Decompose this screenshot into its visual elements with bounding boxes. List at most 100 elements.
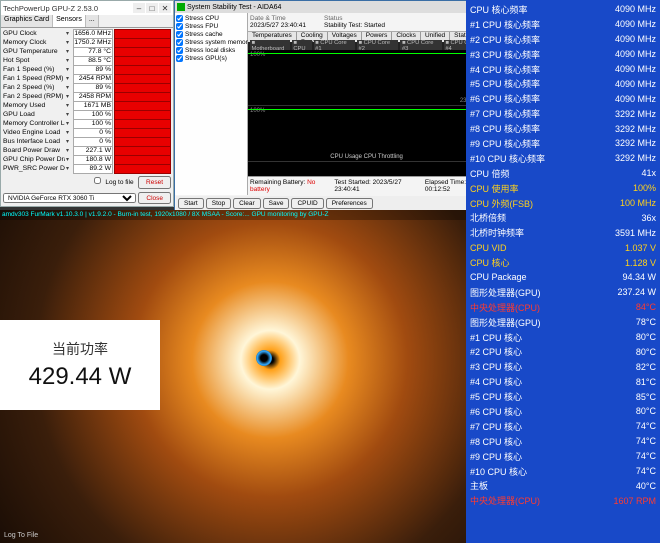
preferences-button[interactable]: Preferences — [326, 198, 373, 209]
gpuz-device-select[interactable]: NVIDIA GeForce RTX 3060 Ti — [3, 193, 136, 203]
chart-legend: CPU Usage CPU Throttling — [248, 153, 485, 161]
mon-label: CPU 外频(FSB) — [470, 197, 533, 210]
chevron-down-icon[interactable]: ▾ — [66, 102, 72, 109]
gpuz-close-button[interactable]: Close — [138, 192, 171, 204]
checkbox-icon[interactable] — [176, 39, 183, 46]
sensor-label: Fan 2 Speed (RPM) — [3, 93, 65, 100]
monitor-row: #8 CPU 核心频率3292 MHz — [470, 121, 656, 136]
log-to-file-button[interactable]: Log To File — [4, 532, 38, 539]
mon-label: CPU VID — [470, 243, 507, 253]
mon-value: 4090 MHz — [615, 19, 656, 29]
chevron-down-icon[interactable]: ▾ — [66, 93, 72, 100]
clear-button[interactable]: Clear — [233, 198, 261, 209]
mon-value: 3292 MHz — [615, 138, 656, 148]
checkbox-icon[interactable] — [176, 23, 183, 30]
monitor-row: CPU 外频(FSB)100 MHz — [470, 196, 656, 211]
mon-value: 84°C — [636, 302, 656, 312]
mon-label: #1 CPU 核心频率 — [470, 18, 540, 31]
stress-check[interactable]: Stress GPU(s) — [176, 54, 246, 62]
mon-value: 41x — [641, 168, 656, 178]
chevron-down-icon[interactable]: ▾ — [66, 66, 72, 73]
aida-usage-graph: 100% CPU Usage CPU Throttling — [248, 106, 485, 162]
status-field: Remaining Battery: No battery — [250, 179, 324, 193]
mon-value: 1.128 V — [625, 258, 656, 268]
checkbox-icon[interactable] — [176, 47, 183, 54]
sensor-label: Fan 2 Speed (%) — [3, 84, 65, 91]
stop-button[interactable]: Stop — [206, 198, 231, 209]
chevron-down-icon[interactable]: ▾ — [66, 30, 72, 37]
mon-label: #6 CPU 核心 — [470, 405, 522, 418]
monitor-row: CPU 倍频41x — [470, 166, 656, 181]
sensor-label: GPU Chip Power Draw — [3, 156, 65, 163]
mon-label: #10 CPU 核心 — [470, 465, 527, 478]
monitor-row: #10 CPU 核心频率3292 MHz — [470, 151, 656, 166]
minimize-icon[interactable]: – — [133, 3, 145, 13]
stress-check[interactable]: Stress local disks — [176, 46, 246, 54]
log-checkbox[interactable]: Log to file — [90, 179, 134, 186]
tab-sensors[interactable]: Sensors — [53, 15, 86, 27]
mon-value: 3591 MHz — [615, 228, 656, 238]
aida-buttons: StartStopClearSaveCPUIDPreferences — [176, 196, 466, 210]
chevron-down-icon[interactable]: ▾ — [66, 84, 72, 91]
aida-window: System Stability Test - AIDA64 Stress CP… — [174, 0, 468, 212]
chevron-down-icon[interactable]: ▾ — [66, 111, 72, 118]
tab-more[interactable]: ... — [86, 15, 99, 27]
sensor-label: Hot Spot — [3, 57, 65, 64]
maximize-icon[interactable]: □ — [146, 3, 158, 13]
chevron-down-icon[interactable]: ▾ — [66, 129, 72, 136]
reset-button[interactable]: Reset — [138, 176, 171, 189]
monitor-row: #2 CPU 核心频率4090 MHz — [470, 32, 656, 47]
mon-value: 4090 MHz — [615, 64, 656, 74]
chevron-down-icon[interactable]: ▾ — [66, 57, 72, 64]
tab-graphics-card[interactable]: Graphics Card — [1, 15, 53, 27]
monitor-row: 北桥倍频36x — [470, 210, 656, 225]
stress-check[interactable]: Stress system memory — [176, 38, 246, 46]
monitor-row: #6 CPU 核心80°C — [470, 404, 656, 419]
chevron-down-icon[interactable]: ▾ — [66, 165, 72, 172]
mon-value: 4090 MHz — [615, 34, 656, 44]
stress-check[interactable]: Stress FPU — [176, 22, 246, 30]
gpuz-titlebar[interactable]: TechPowerUp GPU-Z 2.53.0 – □ ✕ — [1, 1, 173, 15]
mon-label: CPU Package — [470, 272, 527, 282]
mon-label: CPU 使用率 — [470, 182, 519, 195]
mon-label: #5 CPU 核心频率 — [470, 77, 540, 90]
chevron-down-icon[interactable]: ▾ — [66, 156, 72, 163]
checkbox-icon[interactable] — [176, 31, 183, 38]
power-overlay: 当前功率 429.44 W — [0, 320, 160, 410]
aida-temp-graph: 100% 23:40:41 — [248, 50, 485, 106]
save-button[interactable]: Save — [263, 198, 290, 209]
mon-label: #7 CPU 核心频率 — [470, 107, 540, 120]
monitor-row: #4 CPU 核心81°C — [470, 374, 656, 389]
checkbox-icon[interactable] — [176, 15, 183, 22]
chevron-down-icon[interactable]: ▾ — [66, 147, 72, 154]
mon-value: 40°C — [636, 481, 656, 491]
mon-label: #9 CPU 核心频率 — [470, 137, 540, 150]
mon-label: #4 CPU 核心频率 — [470, 63, 540, 76]
mon-label: #3 CPU 核心 — [470, 360, 522, 373]
aida-titlebar[interactable]: System Stability Test - AIDA64 — [175, 1, 467, 13]
cpuid-button[interactable]: CPUID — [291, 198, 323, 209]
stress-check[interactable]: Stress cache — [176, 30, 246, 38]
chevron-down-icon[interactable]: ▾ — [66, 48, 72, 55]
mon-label: #10 CPU 核心频率 — [470, 152, 545, 165]
sensor-label: Memory Controller Load — [3, 120, 65, 127]
monitor-row: CPU 核心频率4090 MHz — [470, 2, 656, 17]
chevron-down-icon[interactable]: ▾ — [66, 75, 72, 82]
monitor-row: CPU Package94.34 W — [470, 270, 656, 285]
start-button[interactable]: Start — [178, 198, 204, 209]
sensor-row: PWR_SRC Power Draw▾89.2 W — [3, 164, 171, 173]
chevron-down-icon[interactable]: ▾ — [66, 39, 72, 46]
sensor-label: Fan 1 Speed (RPM) — [3, 75, 65, 82]
mon-value: 4090 MHz — [615, 79, 656, 89]
sensor-label: Board Power Draw — [3, 147, 65, 154]
monitor-row: #7 CPU 核心频率3292 MHz — [470, 106, 656, 121]
chevron-down-icon[interactable]: ▾ — [66, 120, 72, 127]
monitor-row: 图形处理器(GPU)237.24 W — [470, 285, 656, 300]
chevron-down-icon[interactable]: ▾ — [66, 138, 72, 145]
mon-value: 82°C — [636, 362, 656, 372]
checkbox-icon[interactable] — [176, 55, 183, 62]
furmark-render: amdv303 FurMark v1.10.3.0 | v1.9.2.0 - B… — [0, 210, 466, 543]
stress-check[interactable]: Stress CPU — [176, 14, 246, 22]
close-icon[interactable]: ✕ — [159, 3, 171, 13]
monitor-row: 北桥时钟频率3591 MHz — [470, 225, 656, 240]
